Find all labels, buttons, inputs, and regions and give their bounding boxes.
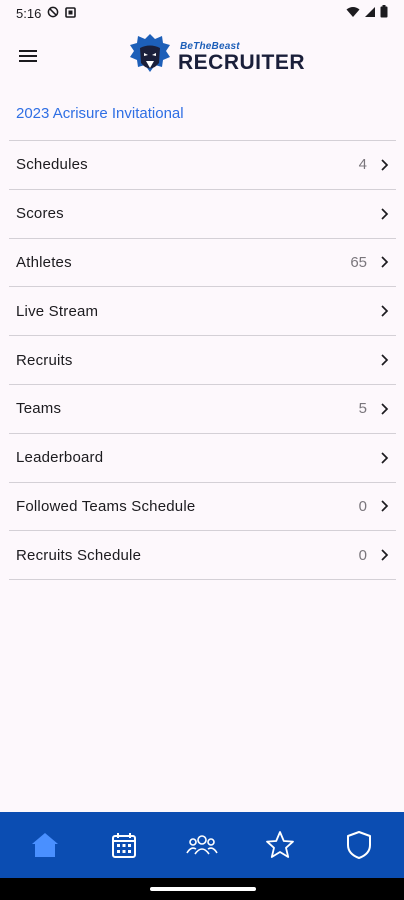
- chevron-right-icon: [379, 255, 389, 269]
- menu-item-followed-teams-schedule[interactable]: Followed Teams Schedule 0: [9, 483, 396, 532]
- gesture-handle[interactable]: [150, 887, 256, 891]
- menu-item-label: Live Stream: [16, 302, 99, 320]
- chevron-right-icon: [379, 548, 389, 562]
- bottom-nav: [0, 812, 404, 878]
- menu-item-label: Teams: [16, 400, 62, 418]
- menu-item-label: Recruits Schedule: [16, 546, 142, 564]
- status-bar: 5:16: [0, 0, 404, 26]
- menu-item-count: 4: [358, 156, 367, 174]
- people-icon[interactable]: [172, 812, 232, 878]
- hamburger-menu-icon[interactable]: [14, 44, 42, 68]
- gesture-navigation-area: [0, 878, 404, 900]
- home-icon[interactable]: [15, 812, 75, 878]
- menu-item-label: Leaderboard: [16, 449, 104, 467]
- menu-item-label: Athletes: [16, 253, 72, 271]
- menu-item-live-stream[interactable]: Live Stream: [9, 287, 396, 337]
- battery-icon: [380, 5, 388, 21]
- menu-item-athletes[interactable]: Athletes 65: [9, 239, 396, 288]
- chevron-right-icon: [379, 207, 389, 221]
- notification-icon: [65, 6, 77, 21]
- shield-icon[interactable]: [329, 812, 389, 878]
- menu-item-recruits-schedule[interactable]: Recruits Schedule 0: [9, 531, 396, 581]
- event-title[interactable]: 2023 Acrisure Invitational: [16, 105, 184, 122]
- chevron-right-icon: [379, 158, 389, 172]
- chevron-right-icon: [379, 451, 389, 465]
- chevron-right-icon: [379, 304, 389, 318]
- chevron-right-icon: [379, 402, 389, 416]
- star-icon[interactable]: [250, 812, 310, 878]
- menu-item-label: Scores: [16, 205, 64, 223]
- logo-tagline: BeTheBeast: [180, 40, 240, 52]
- menu-item-scores[interactable]: Scores: [9, 190, 396, 239]
- chevron-right-icon: [379, 499, 389, 513]
- menu-item-recruits[interactable]: Recruits: [9, 336, 396, 385]
- calendar-icon[interactable]: [94, 812, 154, 878]
- status-time: 5:16: [16, 5, 42, 21]
- signal-icon: [364, 6, 376, 21]
- app-logo: BeTheBeast RECRUITER: [128, 32, 305, 82]
- app-bar: BeTheBeast RECRUITER: [0, 26, 404, 88]
- menu-item-label: Recruits: [16, 351, 73, 369]
- menu-list: Schedules 4 Scores Athletes 65 Live Stre…: [9, 140, 396, 581]
- menu-item-teams[interactable]: Teams 5: [9, 385, 396, 434]
- chevron-right-icon: [379, 353, 389, 367]
- do-not-disturb-icon: [47, 6, 59, 21]
- menu-item-count: 0: [358, 497, 367, 515]
- menu-item-count: 5: [358, 400, 367, 418]
- menu-item-count: 0: [358, 546, 367, 564]
- menu-item-label: Followed Teams Schedule: [16, 497, 196, 515]
- menu-item-leaderboard[interactable]: Leaderboard: [9, 434, 396, 483]
- menu-item-count: 65: [350, 253, 367, 271]
- wifi-icon: [346, 6, 360, 21]
- beast-logo-icon: [128, 32, 172, 83]
- menu-item-schedules[interactable]: Schedules 4: [9, 141, 396, 190]
- logo-name: RECRUITER: [178, 50, 306, 74]
- menu-item-label: Schedules: [16, 156, 88, 174]
